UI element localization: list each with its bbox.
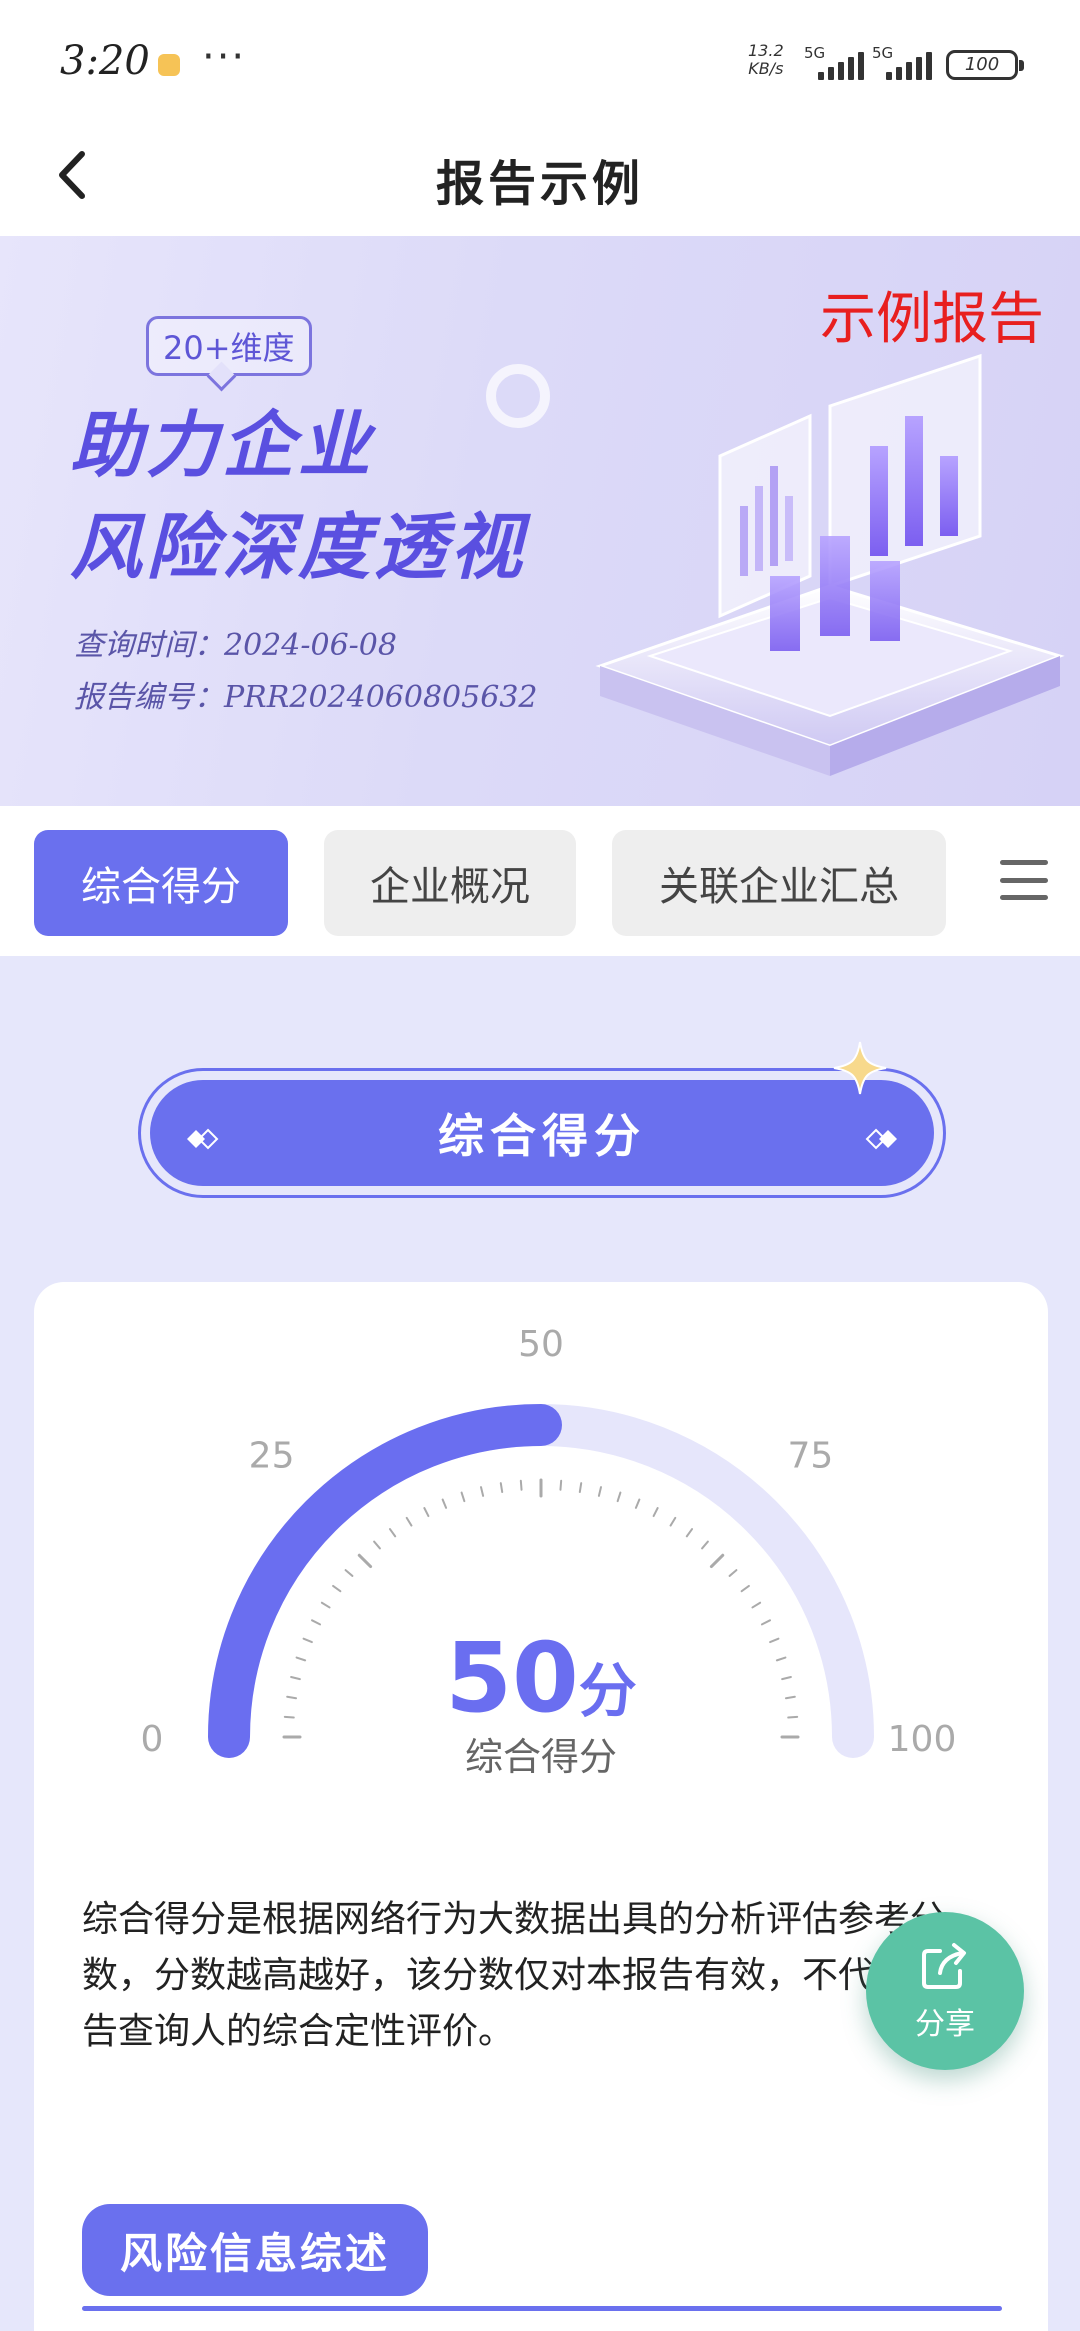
gauge-tick: [740, 1584, 750, 1593]
gauge-tick-label: 50: [518, 1324, 564, 1365]
gauge-tick: [751, 1601, 762, 1609]
tab-strip: 综合得分 企业概况 关联企业汇总: [0, 806, 1080, 956]
score-description: 综合得分是根据网络行为大数据出具的分析评估参考分数，分数越高越好，该分数仅对本报…: [82, 1899, 983, 2052]
network-speed-value: 13.2: [748, 41, 784, 60]
report-banner: 20+维度 助力企业 风险深度透视 查询时间：2024-06-08 报告编号：P…: [0, 236, 1080, 806]
sparkle-icon: [833, 1041, 887, 1095]
gauge-tick: [597, 1486, 602, 1497]
gauge-tick: [320, 1601, 331, 1609]
gauge-tick: [460, 1491, 466, 1503]
score-value: 50分: [34, 1622, 1048, 1734]
battery-icon: 100: [946, 50, 1024, 80]
report-number: 报告编号：PRR2024060805632: [74, 680, 538, 715]
diamond-right-icon: [865, 1128, 897, 1150]
tab-overall-score[interactable]: 综合得分: [34, 830, 288, 936]
gauge-tick: [441, 1498, 448, 1509]
chart-platform-illustration: [595, 353, 1065, 776]
network-speed: 13.2 KB/s: [748, 42, 784, 78]
banner-headline-line2: 风险深度透视: [70, 505, 527, 589]
score-label: 综合得分: [464, 1735, 617, 1779]
tab-related-companies[interactable]: 关联企业汇总: [612, 830, 946, 936]
gauge-tick: [578, 1482, 583, 1494]
section-header-pill: 综合得分: [138, 1068, 946, 1198]
gauge-tick: [357, 1553, 373, 1569]
gauge-tick: [405, 1516, 413, 1527]
gauge-tick: [652, 1507, 659, 1518]
sim2-signal-icon: [886, 50, 932, 80]
gauge-tick: [344, 1569, 354, 1577]
gauge-tick-label: 25: [249, 1436, 295, 1477]
gauge-tick: [388, 1528, 397, 1538]
banner-headline-line1: 助力企业: [70, 403, 375, 487]
gauge-tick: [499, 1482, 504, 1494]
score-number: 50: [445, 1622, 579, 1734]
status-bar: 3:20 ··· 13.2 KB/s 5G 5G 100: [0, 0, 1080, 118]
network-speed-unit: KB/s: [748, 59, 784, 78]
gauge-tick-label: 75: [788, 1436, 834, 1477]
gauge-tick: [423, 1507, 430, 1518]
gauge-tick: [519, 1479, 523, 1491]
gauge-tick: [559, 1479, 563, 1491]
gauge-tick: [728, 1569, 738, 1577]
risk-summary-heading: 风险信息综述: [82, 2204, 428, 2296]
gauge-tick: [616, 1491, 622, 1503]
page-title: 报告示例: [435, 156, 644, 212]
more-notifications-icon: ···: [202, 34, 247, 80]
gauge-tick: [709, 1553, 725, 1569]
notification-dot-icon: [158, 54, 180, 76]
gauge-tick: [332, 1584, 342, 1593]
status-time: 3:20: [60, 38, 150, 84]
sim1-signal-icon: [818, 50, 864, 80]
score-unit: 分: [578, 1657, 637, 1725]
tab-company-overview[interactable]: 企业概况: [324, 830, 576, 936]
gauge-tick: [669, 1516, 677, 1527]
share-icon: [922, 1943, 966, 1989]
gauge-tick: [373, 1540, 381, 1550]
gauge-tick: [634, 1498, 641, 1509]
menu-icon[interactable]: [1000, 856, 1048, 904]
risk-heading-underline: [82, 2306, 1002, 2311]
share-label: 分享: [915, 2007, 975, 2042]
section-title: 综合得分: [150, 1080, 934, 1186]
nav-bar: 报告示例: [0, 118, 1080, 236]
gauge-tick: [480, 1486, 485, 1497]
section-title-text: 综合得分: [438, 1109, 646, 1163]
dimensions-badge: 20+维度: [146, 316, 312, 376]
diamond-left-icon: [187, 1128, 219, 1150]
gauge-tick: [685, 1528, 694, 1538]
ring-decoration: [486, 364, 550, 428]
score-card: 0 25 50 75 100 50分 综合得分 综合得分是根据网络行为大数据出具的分析评…: [34, 1282, 1048, 2331]
share-button[interactable]: 分享: [866, 1912, 1024, 2070]
query-time: 查询时间：2024-06-08: [74, 628, 397, 663]
gauge-tick: [701, 1540, 709, 1550]
